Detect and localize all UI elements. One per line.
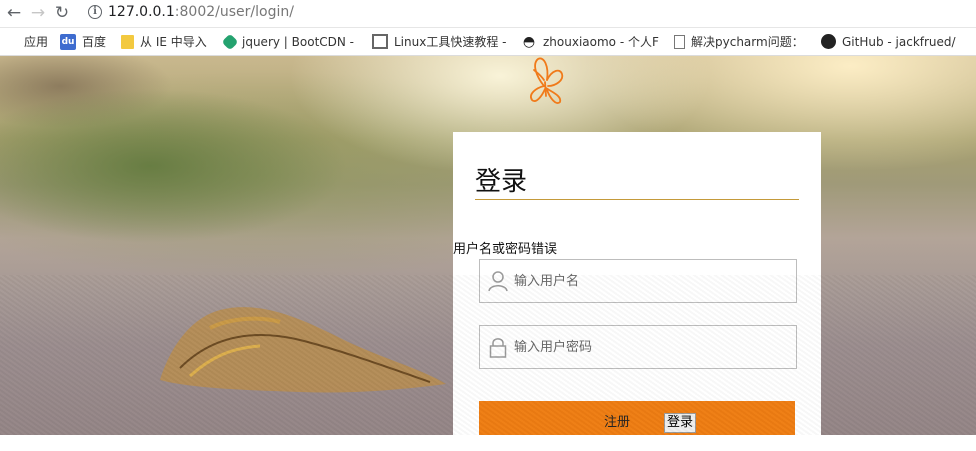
bookmark-label: 解决pycharm问题：: [691, 35, 804, 49]
bookmark-apps[interactable]: 应用: [2, 28, 48, 55]
bookmark-github[interactable]: GitHub - jackfrued/: [821, 28, 956, 55]
bookmark-linux-tools[interactable]: Linux工具快速教程 -: [372, 28, 506, 55]
book-icon: [372, 34, 388, 49]
address-bar[interactable]: 127.0.0.1:8002/user/login/: [108, 3, 294, 21]
bookmark-zhouxiaomo[interactable]: ◓ zhouxiaomo - 个人F: [521, 28, 659, 55]
bookmark-pycharm[interactable]: 解决pycharm问题：: [674, 28, 804, 55]
bookmarks-bar: 应用 du 百度 从 IE 中导入 jquery | BootCDN - Lin…: [0, 28, 976, 56]
user-icon: [488, 271, 508, 292]
bookmark-label: jquery | BootCDN -: [242, 34, 355, 49]
forward-arrow-icon[interactable]: →: [28, 3, 48, 23]
login-card: 登录 用户名或密码错误 注册 登录: [453, 132, 821, 435]
bookmark-bootcdn[interactable]: jquery | BootCDN -: [222, 28, 354, 55]
site-info-icon[interactable]: i: [88, 5, 102, 19]
page-icon: [674, 34, 685, 49]
page-bottom-strip: [0, 435, 976, 451]
github-icon: [821, 34, 836, 49]
bookmark-label: 从 IE 中导入: [140, 35, 207, 49]
bookmark-label: 应用: [24, 35, 49, 49]
password-field[interactable]: [479, 325, 797, 369]
submit-bar: 注册 登录: [479, 401, 795, 435]
bookmark-label: GitHub - jackfrued/: [842, 34, 956, 49]
username-input[interactable]: [514, 260, 784, 302]
browser-toolbar: ← → ↻ i 127.0.0.1:8002/user/login/: [0, 0, 976, 28]
butterfly-logo-icon: [530, 57, 564, 104]
password-input[interactable]: [514, 326, 784, 368]
bookmark-ie-import[interactable]: 从 IE 中导入: [121, 28, 207, 55]
url-host: 127.0.0.1: [108, 4, 175, 20]
bookmark-label: 百度: [82, 35, 107, 49]
bookmark-label: Linux工具快速教程 -: [394, 35, 507, 49]
login-page-background: 登录 用户名或密码错误 注册 登录: [0, 56, 976, 435]
login-title: 登录: [475, 167, 528, 197]
login-error-message: 用户名或密码错误: [453, 242, 558, 257]
back-arrow-icon[interactable]: ←: [4, 3, 24, 23]
baidu-icon: du: [60, 33, 76, 50]
bookmark-label: zhouxiaomo - 个人F: [543, 35, 659, 49]
folder-icon: [121, 34, 134, 49]
register-link[interactable]: 注册: [604, 415, 630, 431]
title-divider: [475, 199, 799, 200]
url-path: :8002/user/login/: [174, 4, 294, 20]
bootcdn-icon: [222, 33, 239, 50]
reload-icon[interactable]: ↻: [52, 3, 72, 23]
login-button[interactable]: 登录: [664, 413, 697, 433]
apps-grid-icon: [2, 34, 18, 50]
bookmark-baidu[interactable]: du 百度: [60, 28, 106, 55]
username-field[interactable]: [479, 259, 797, 303]
lock-icon: [489, 338, 507, 358]
avatar-icon: ◓: [522, 33, 536, 50]
fallen-leaf-illustration: [160, 307, 446, 393]
